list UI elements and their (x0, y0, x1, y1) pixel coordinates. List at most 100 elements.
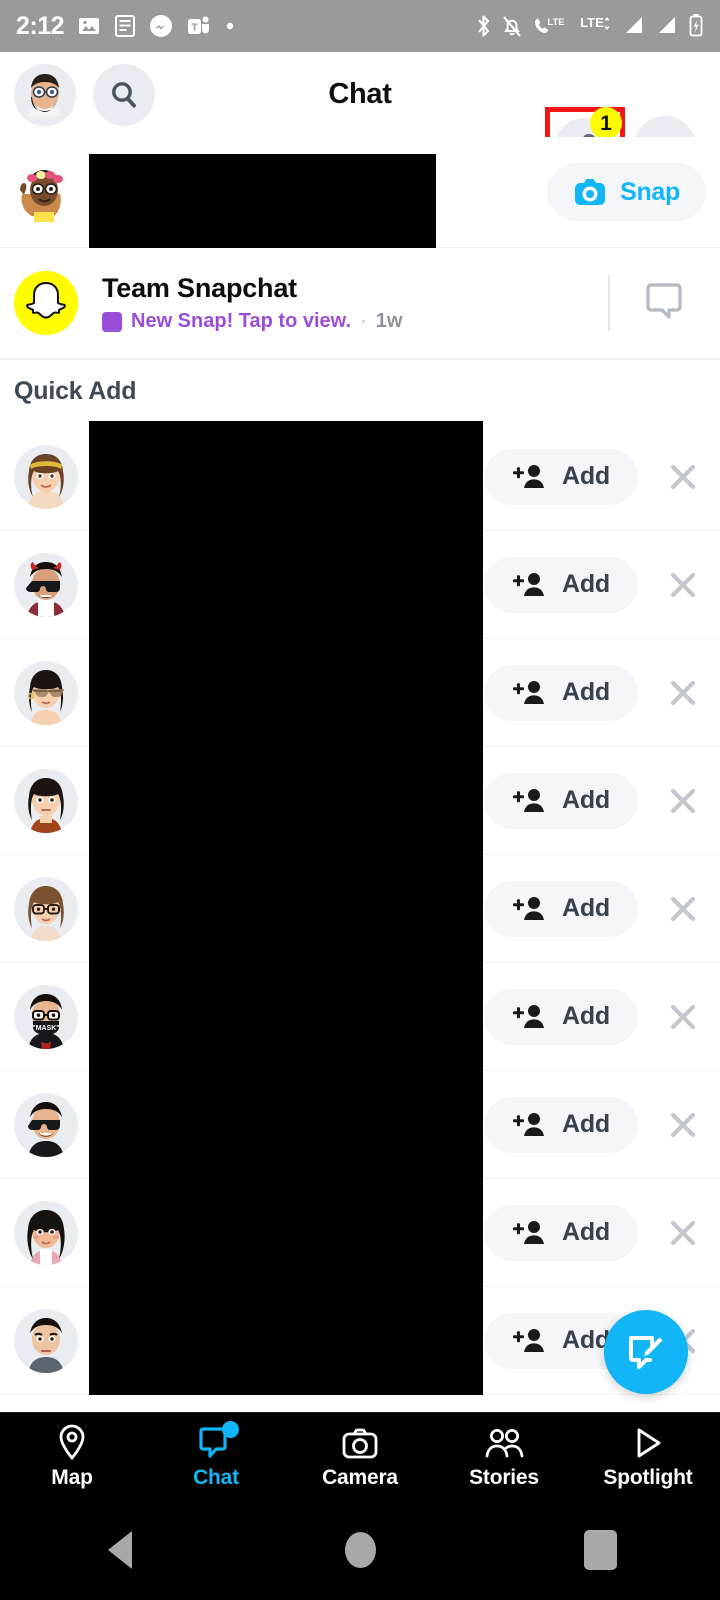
avatar[interactable] (14, 444, 78, 509)
android-recents-button[interactable] (480, 1530, 720, 1570)
add-friend-badge: 1 (590, 107, 622, 139)
add-button[interactable]: Add (484, 556, 638, 613)
new-chat-fab[interactable] (604, 1310, 688, 1394)
chat-row-team-snapchat[interactable]: Team Snapchat New Snap! Tap to view. · 1… (0, 248, 720, 359)
dismiss-button[interactable] (650, 768, 716, 834)
bitmoji-man-grey-shirt (14, 1308, 78, 1373)
bitmoji-woman-aviators (14, 660, 78, 725)
chat-bubble-button[interactable] (644, 280, 684, 327)
close-icon (670, 680, 696, 705)
avatar[interactable] (14, 552, 78, 617)
nav-item-camera[interactable]: Camera (288, 1413, 432, 1501)
android-navigation-bar (0, 1500, 720, 1600)
chat-row-name: Team Snapchat (102, 273, 297, 303)
status-bar-clock: 2:12 (16, 11, 65, 40)
nav-badge (222, 1421, 239, 1438)
nav-label: Chat (193, 1466, 239, 1489)
dismiss-button[interactable] (650, 984, 716, 1050)
photos-icon (79, 18, 100, 34)
dismiss-button[interactable] (650, 660, 716, 726)
new-snap-square-icon (102, 311, 122, 332)
avatar[interactable] (14, 1092, 78, 1157)
teams-icon: T (188, 16, 210, 34)
add-button-label: Add (562, 1002, 610, 1030)
dismiss-button[interactable] (650, 552, 716, 618)
avatar[interactable] (14, 876, 78, 941)
home-circle-icon (344, 1532, 376, 1568)
avatar[interactable]: "MASK" (14, 984, 78, 1049)
dismiss-button[interactable] (650, 1200, 716, 1266)
add-person-icon (513, 1112, 544, 1136)
add-person-icon (513, 464, 544, 488)
add-button-label: Add (562, 462, 610, 490)
lte-data-icon: LTE (580, 15, 610, 30)
add-button[interactable]: Add (484, 448, 638, 505)
close-icon (670, 1112, 696, 1137)
snapchat-ghost-icon (14, 271, 78, 335)
news-icon (115, 15, 136, 37)
dismiss-button[interactable] (650, 876, 716, 942)
status-bar-right: LTE LTE (475, 13, 704, 39)
battery-charging-icon (689, 14, 703, 37)
add-button[interactable]: Add (484, 772, 638, 829)
add-button[interactable]: Add (484, 1096, 638, 1153)
snap-button-label: Snap (620, 177, 680, 206)
close-icon (670, 896, 696, 921)
camera-icon (575, 179, 606, 205)
nav-item-map[interactable]: Map (0, 1413, 144, 1501)
bitmoji-woman-headband (14, 444, 78, 509)
add-button[interactable]: Add (484, 664, 638, 721)
quick-add-header: Quick Add (0, 359, 720, 423)
snap-button[interactable]: Snap (547, 163, 706, 221)
people-icon (483, 1423, 525, 1461)
map-pin-icon (55, 1423, 89, 1461)
mute-bell-icon (503, 16, 521, 37)
signal-bar-1-icon (626, 17, 642, 33)
dismiss-button[interactable] (650, 444, 716, 510)
add-person-icon (513, 896, 544, 920)
nav-label: Camera (322, 1466, 398, 1489)
status-separator: · (360, 310, 367, 332)
bitmoji-woman-long-hair (14, 1200, 78, 1265)
new-chat-icon (629, 1336, 663, 1369)
nav-label: Spotlight (603, 1466, 693, 1489)
avatar[interactable] (14, 1200, 78, 1265)
snapchat-chat-screen: 2:12 T LTE LTE Chat 1 Snap Team Snapchat… (0, 0, 720, 1600)
svg-text:LTE: LTE (547, 17, 564, 28)
add-button[interactable]: Add (484, 880, 638, 937)
redacted-name-chat-row (89, 154, 436, 248)
bitmoji-man-horns-sunglasses (14, 552, 78, 617)
avatar[interactable] (14, 660, 78, 725)
add-button-label: Add (562, 1110, 610, 1138)
svg-text:LTE: LTE (580, 15, 604, 30)
add-person-icon (513, 1004, 544, 1028)
dismiss-button[interactable] (650, 1092, 716, 1158)
add-button-label: Add (562, 894, 610, 922)
add-button-label: Add (562, 786, 610, 814)
add-person-icon (513, 1220, 544, 1244)
add-button[interactable]: Add (484, 988, 638, 1045)
play-triangle-icon (631, 1423, 665, 1461)
status-bar-left: 2:12 T (16, 11, 235, 40)
add-button[interactable]: Add (484, 1204, 638, 1261)
avatar[interactable] (14, 271, 78, 335)
quick-add-title: Quick Add (14, 377, 137, 405)
add-person-icon (513, 572, 544, 596)
android-back-button[interactable] (0, 1531, 240, 1569)
avatar[interactable] (14, 160, 78, 224)
chat-row-actions (608, 275, 720, 331)
avatar[interactable] (14, 1308, 78, 1373)
add-person-icon (513, 1328, 544, 1352)
camera-icon (341, 1423, 379, 1461)
nav-item-spotlight[interactable]: Spotlight (576, 1413, 720, 1501)
nav-label: Map (51, 1466, 93, 1489)
avatar[interactable] (14, 768, 78, 833)
bottom-navigation: Map Chat Camera Stories Spotlight (0, 1412, 720, 1500)
add-button-label: Add (562, 678, 610, 706)
svg-text:"MASK": "MASK" (32, 1025, 59, 1032)
nav-item-chat[interactable]: Chat (144, 1413, 288, 1501)
app-header: Chat 1 (0, 52, 720, 187)
close-icon (670, 788, 696, 813)
nav-item-stories[interactable]: Stories (432, 1413, 576, 1501)
android-home-button[interactable] (240, 1532, 480, 1568)
